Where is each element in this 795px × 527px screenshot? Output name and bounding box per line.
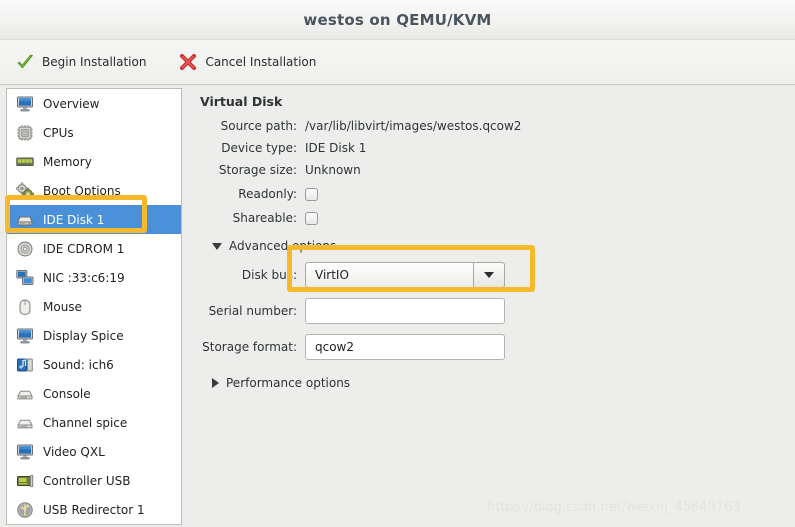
virtual-disk-panel: Virtual Disk Source path: /var/lib/libvi… xyxy=(186,86,795,527)
hardware-sidebar-list[interactable]: Overview CPUs Memory Boot Options IDE Disk … xyxy=(6,88,182,525)
sidebar-item-usb-redirector-1[interactable]: USB Redirector 1 xyxy=(7,495,181,524)
field-row-storage-size: Storage size: Unknown xyxy=(200,163,795,177)
hard-disk-icon xyxy=(16,211,34,229)
sound-icon xyxy=(16,356,34,374)
console-icon xyxy=(16,385,34,403)
shareable-checkbox[interactable] xyxy=(305,211,318,225)
begin-installation-button[interactable]: Begin Installation xyxy=(10,49,151,75)
sidebar-item-display-spice[interactable]: Display Spice xyxy=(7,321,181,350)
sidebar-item-label: USB Redirector 1 xyxy=(43,502,145,517)
content-area: Overview CPUs Memory Boot Options IDE Disk … xyxy=(0,86,795,527)
display-icon xyxy=(16,327,34,345)
watermark: https://blog.csdn.net/weixin_45649763 xyxy=(487,500,741,515)
window-title: westos on QEMU/KVM xyxy=(303,10,492,29)
source-path-label: Source path: xyxy=(220,119,297,133)
source-path-value: /var/lib/libvirt/images/westos.qcow2 xyxy=(305,119,522,133)
sidebar-container: Overview CPUs Memory Boot Options IDE Disk … xyxy=(0,86,186,527)
monitor-icon xyxy=(16,95,34,113)
sidebar-item-console[interactable]: Console xyxy=(7,379,181,408)
sidebar-item-overview[interactable]: Overview xyxy=(7,89,181,118)
sidebar-item-label: Mouse xyxy=(43,299,82,314)
sidebar-item-channel-spice[interactable]: Channel spice xyxy=(7,408,181,437)
sidebar-item-label: Display Spice xyxy=(43,328,124,343)
sidebar-item-controller-usb[interactable]: Controller USB xyxy=(7,466,181,495)
field-row-shareable: Shareable: xyxy=(200,211,795,225)
toolbar: Begin Installation Cancel Installation xyxy=(0,40,795,85)
cross-icon xyxy=(178,52,198,72)
sidebar-item-label: Channel spice xyxy=(43,415,128,430)
sidebar-item-video-qxl[interactable]: Video QXL xyxy=(7,437,181,466)
advanced-options-label: Advanced options xyxy=(229,239,337,253)
sidebar-item-label: Controller USB xyxy=(43,473,131,488)
usb-icon xyxy=(16,501,34,519)
sidebar-item-ide-cdrom-1[interactable]: IDE CDROM 1 xyxy=(7,234,181,263)
field-row-disk-bus: Disk bus: VirtIO xyxy=(200,262,795,288)
cancel-installation-label: Cancel Installation xyxy=(205,55,317,69)
sidebar-item-mouse[interactable]: Mouse xyxy=(7,292,181,321)
field-row-source-path: Source path: /var/lib/libvirt/images/wes… xyxy=(200,119,795,133)
field-row-device-type: Device type: IDE Disk 1 xyxy=(200,141,795,155)
mouse-icon xyxy=(16,298,34,316)
cpu-chip-icon xyxy=(16,124,34,142)
field-row-readonly: Readonly: xyxy=(200,187,795,201)
storage-size-label: Storage size: xyxy=(218,163,297,177)
check-icon xyxy=(15,52,35,72)
chevron-down-icon xyxy=(212,242,222,250)
sidebar-item-usb-redirector-2[interactable]: USB Redirector 2 xyxy=(7,524,181,525)
sidebar-item-label: CPUs xyxy=(43,125,74,140)
chevron-right-icon xyxy=(212,378,219,388)
device-type-value: IDE Disk 1 xyxy=(305,141,367,155)
channel-icon xyxy=(16,414,34,432)
device-type-label: Device type: xyxy=(221,141,297,155)
memory-stick-icon xyxy=(16,153,34,171)
gears-icon xyxy=(16,182,34,200)
advanced-options-toggle[interactable]: Advanced options xyxy=(212,239,795,253)
storage-format-input[interactable]: qcow2 xyxy=(305,334,505,360)
readonly-checkbox[interactable] xyxy=(305,187,318,201)
sidebar-item-label: Boot Options xyxy=(43,183,121,198)
video-icon xyxy=(16,443,34,461)
field-row-storage-format: Storage format: qcow2 xyxy=(200,334,795,360)
readonly-label: Readonly: xyxy=(238,187,297,201)
serial-number-label: Serial number: xyxy=(208,304,297,318)
sidebar-item-ide-disk-1[interactable]: IDE Disk 1 xyxy=(7,205,181,234)
sidebar-item-label: Memory xyxy=(43,154,92,169)
shareable-label: Shareable: xyxy=(232,211,297,225)
field-row-serial-number: Serial number: xyxy=(200,298,795,324)
cdrom-icon xyxy=(16,240,34,258)
performance-options-label: Performance options xyxy=(226,376,351,390)
disk-bus-combobox[interactable]: VirtIO xyxy=(305,262,505,288)
sidebar-item-label: Overview xyxy=(43,96,100,111)
sidebar-item-cpus[interactable]: CPUs xyxy=(7,118,181,147)
sidebar-item-nic-33-c6-19[interactable]: NIC :33:c6:19 xyxy=(7,263,181,292)
storage-format-label: Storage format: xyxy=(202,340,297,354)
sidebar-item-memory[interactable]: Memory xyxy=(7,147,181,176)
sidebar-item-label: NIC :33:c6:19 xyxy=(43,270,125,285)
performance-options-toggle[interactable]: Performance options xyxy=(212,376,795,390)
cancel-installation-button[interactable]: Cancel Installation xyxy=(173,49,321,75)
begin-installation-label: Begin Installation xyxy=(42,55,147,69)
sidebar-item-label: IDE CDROM 1 xyxy=(43,241,125,256)
sidebar-item-label: Sound: ich6 xyxy=(43,357,114,372)
window-titlebar: westos on QEMU/KVM xyxy=(0,0,795,40)
controller-icon xyxy=(16,472,34,490)
sidebar-item-sound-ich6[interactable]: Sound: ich6 xyxy=(7,350,181,379)
disk-bus-value[interactable]: VirtIO xyxy=(305,262,473,288)
sidebar-item-label: Video QXL xyxy=(43,444,105,459)
sidebar-item-label: IDE Disk 1 xyxy=(43,212,105,227)
chevron-down-icon[interactable] xyxy=(473,262,505,288)
disk-bus-label: Disk bus: xyxy=(241,268,297,282)
sidebar-item-boot-options[interactable]: Boot Options xyxy=(7,176,181,205)
network-icon xyxy=(16,269,34,287)
panel-title: Virtual Disk xyxy=(200,94,283,109)
serial-number-input[interactable] xyxy=(305,298,505,324)
sidebar-item-label: Console xyxy=(43,386,91,401)
storage-size-value: Unknown xyxy=(305,163,361,177)
